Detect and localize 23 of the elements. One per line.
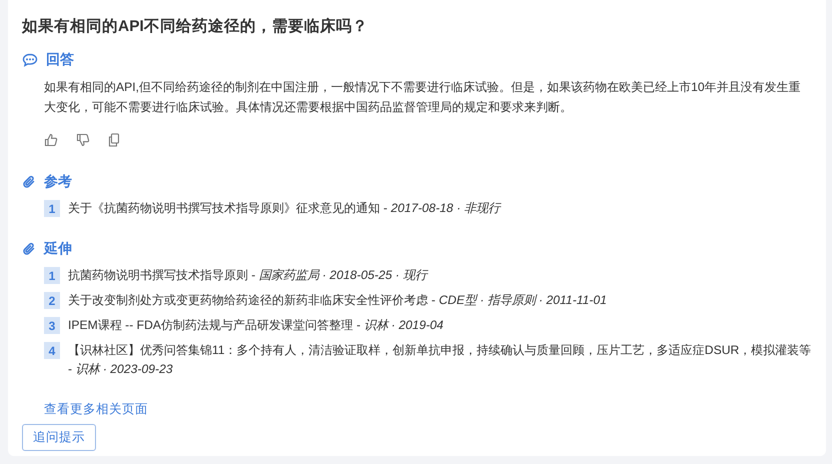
reference-link[interactable]: 【识林社区】优秀问答集锦11：多个持有人，清洁验证取样，创新单抗申报，持续确认与质量回顾，压片工艺，多适应症DSUR，模拟灌装等 - 识林 · 2023-09-23 (68, 341, 812, 379)
number-badge: 1 (44, 267, 60, 284)
reference-link[interactable]: 关于改变制剂处方或变更药物给药途径的新药非临床安全性评价考虑 - CDE型 · 指导原则 · 2011-11-01 (68, 291, 607, 310)
reference-link[interactable]: 抗菌药物说明书撰写技术指导原则 - 国家药监局 · 2018-05-25 · 现行 (68, 266, 427, 285)
see-more-link[interactable]: 查看更多相关页面 (44, 401, 148, 418)
section-heading: 参考 (44, 173, 72, 191)
copy-icon[interactable] (108, 133, 120, 147)
section-heading: 延伸 (44, 240, 72, 258)
number-badge: 2 (44, 292, 60, 309)
thumbs-up-icon[interactable] (44, 133, 58, 147)
thumbs-down-icon[interactable] (76, 133, 90, 147)
paperclip-icon (22, 242, 36, 256)
number-badge: 4 (44, 342, 60, 359)
answer-text: 如果有相同的API,但不同给药途径的制剂在中国注册，一般情况下不需要进行临床试验。但是，如果该药物在欧美已经上市10年并且没有发生重大变化，可能不需要进行临床试验。具体情况还需要根据中国药品监督管理局的规定和要求来判断。 (44, 79, 802, 116)
question-title: 如果有相同的API不同给药途径的，需要临床吗？ (22, 16, 369, 37)
reference-link[interactable]: 关于《抗菌药物说明书撰写技术指导原则》征求意见的通知 - 2017-08-18 · 非现行 (68, 199, 500, 218)
number-badge: 1 (44, 200, 60, 217)
follow-up-button[interactable]: 追问提示 (22, 424, 96, 451)
paperclip-icon (22, 175, 36, 189)
section-heading: 回答 (46, 51, 74, 69)
number-badge: 3 (44, 317, 60, 334)
chat-bubble-icon (22, 53, 38, 67)
reference-link[interactable]: IPEM课程 -- FDA仿制药法规与产品研发课堂问答整理 - 识林 · 2019-04 (68, 316, 444, 335)
